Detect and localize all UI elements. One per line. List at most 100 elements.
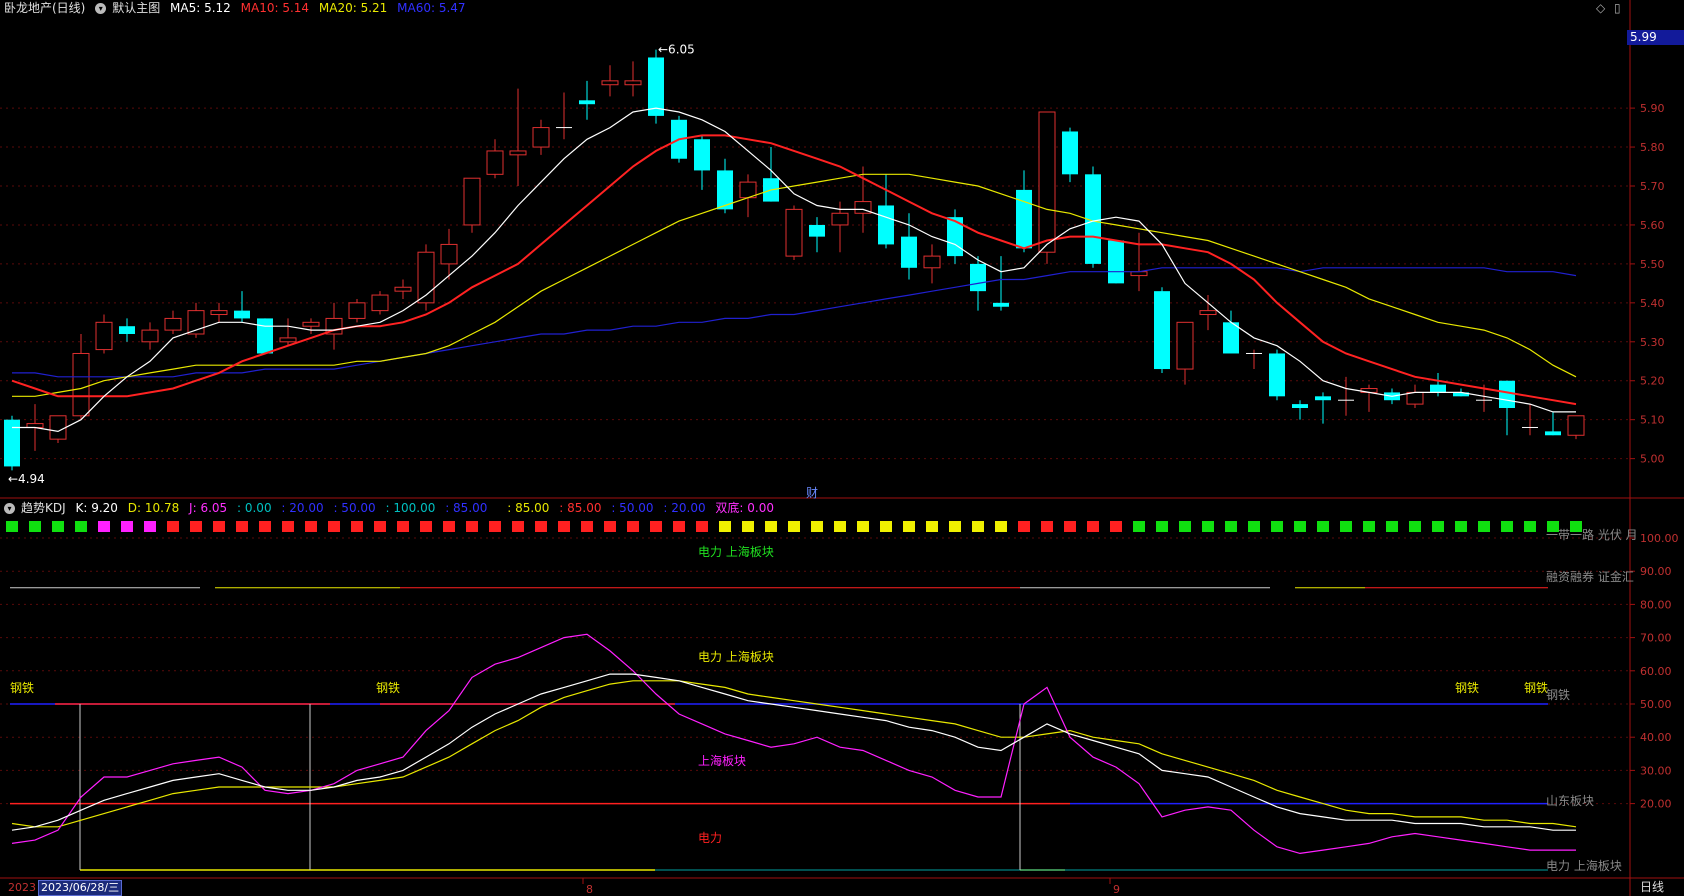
signal-square-green (1340, 521, 1352, 532)
signal-square-green (1501, 521, 1513, 532)
right-label-shandong: 山东板块 (1546, 794, 1594, 808)
ma60-label: MA60: 5.47 (397, 1, 466, 15)
candle-down (1499, 380, 1515, 408)
stock-name[interactable]: 卧龙地产(日线) (4, 1, 85, 15)
candle-down (1292, 404, 1308, 408)
template-dropdown-icon[interactable]: ▾ (95, 3, 107, 14)
kdj-tick-label: 20.00 (1640, 798, 1672, 811)
ma5-label: MA5: 5.12 (170, 1, 231, 15)
signal-square-red (443, 521, 455, 532)
kdj-v4: : 100.00 (385, 501, 436, 515)
ma10-label: MA10: 5.14 (240, 1, 310, 15)
candle-down (809, 224, 825, 237)
candle-up (509, 150, 527, 156)
candle-up (440, 243, 458, 265)
price-tick-label: 5.20 (1640, 375, 1665, 388)
signal-square-magenta (144, 521, 156, 532)
signal-square-red (696, 521, 708, 532)
kdj-tick-label: 80.00 (1640, 598, 1672, 611)
signal-square-red (604, 521, 616, 532)
kdj-tick-label: 100.00 (1640, 532, 1679, 545)
candle-up (210, 310, 228, 316)
kdj-k: K: 9.20 (75, 501, 118, 515)
signal-square-red (535, 521, 547, 532)
signal-square-red (305, 521, 317, 532)
chart-canvas[interactable]: 5.90 5.80 5.70 5.60 5.50 5.40 5.30 5.20 5.10 5.00… (0, 0, 1684, 896)
signal-square-green (1455, 521, 1467, 532)
kdj-tick-label: 60.00 (1640, 665, 1672, 678)
candle-up (1038, 111, 1056, 253)
candle-up (486, 150, 504, 175)
signal-square-red (351, 521, 363, 532)
template-label[interactable]: 默认主图 (112, 1, 160, 15)
candle-down (1315, 396, 1331, 401)
price-tick-label: 5.40 (1640, 297, 1665, 310)
signal-square-red (673, 521, 685, 532)
kdj-v6: : 85.00 (507, 501, 550, 515)
signal-square-green (1363, 521, 1375, 532)
price-tick-label: 5.80 (1640, 141, 1665, 154)
candle-up (95, 321, 113, 351)
candle-down (901, 236, 917, 268)
sector-label-steel-c: 钢铁 (1455, 681, 1479, 695)
signal-square-yellow (926, 521, 938, 532)
candle-down (1062, 131, 1078, 175)
right-label-margin: 融资融券 证金汇 (1546, 569, 1634, 584)
signal-square-yellow (857, 521, 869, 532)
signal-square-red (190, 521, 202, 532)
signal-square-red (236, 521, 248, 532)
signal-square-red (213, 521, 225, 532)
candle-down (234, 310, 250, 319)
year-label: 2023 (8, 881, 36, 894)
kdj-tick-label: 30.00 (1640, 764, 1672, 777)
candle-up (463, 177, 481, 226)
candle-up (601, 80, 619, 86)
kdj-d-line (11, 680, 1577, 828)
current-price-box: 5.99 (1627, 30, 1684, 45)
kdj-title[interactable]: 趋势KDJ (21, 501, 66, 515)
right-label-belt-road: 一带一路 光伏 月 (1546, 527, 1638, 542)
panel-toggle-icon[interactable]: ▯ (1614, 1, 1621, 15)
sector-label-power: 电力 (698, 831, 722, 845)
candle-down (970, 263, 986, 292)
candle-up (1199, 310, 1217, 316)
signal-square-red (167, 521, 179, 532)
candle-down (257, 318, 273, 354)
kdj-v9: : 20.00 (663, 501, 706, 515)
candle-down (993, 302, 1009, 307)
candle-up (26, 423, 44, 428)
signal-square-green (1133, 521, 1145, 532)
signal-square-red (627, 521, 639, 532)
signal-square-yellow (880, 521, 892, 532)
candle-up (394, 286, 412, 292)
candle-up (348, 302, 366, 319)
signal-square-green (75, 521, 87, 532)
signal-square-green (1294, 521, 1306, 532)
period-mode-label[interactable]: 日线 (1640, 879, 1664, 895)
candle-down (1223, 322, 1239, 354)
price-tick-label: 5.60 (1640, 219, 1665, 232)
sector-label-steel-b: 钢铁 (376, 681, 400, 695)
signal-square-yellow (742, 521, 754, 532)
candle-down (4, 419, 20, 467)
signal-square-red (1110, 521, 1122, 532)
kdj-v8: : 50.00 (611, 501, 654, 515)
signal-square-yellow (788, 521, 800, 532)
kdj-header: ▾ 趋势KDJ K: 9.20 D: 10.78 J: 6.05 : 0.00 :… (4, 500, 780, 516)
signal-square-yellow (972, 521, 984, 532)
signal-square-yellow (719, 521, 731, 532)
candle-down (1269, 353, 1285, 397)
indicator-dropdown-icon[interactable]: ▾ (4, 503, 15, 514)
signal-square-green (1248, 521, 1260, 532)
candle-up (371, 294, 389, 312)
diamond-icon[interactable]: ◇ (1596, 1, 1605, 15)
kdj-v1: : 0.00 (237, 501, 272, 515)
signal-square-red (489, 521, 501, 532)
low-price-label: ←4.94 (8, 472, 45, 486)
candle-up (1406, 391, 1424, 405)
price-tick-label: 5.70 (1640, 180, 1665, 193)
kdj-tick-label: 50.00 (1640, 698, 1672, 711)
candle-up (831, 212, 849, 226)
signal-square-green (1225, 521, 1237, 532)
right-label-steel: 钢铁 (1546, 688, 1570, 702)
